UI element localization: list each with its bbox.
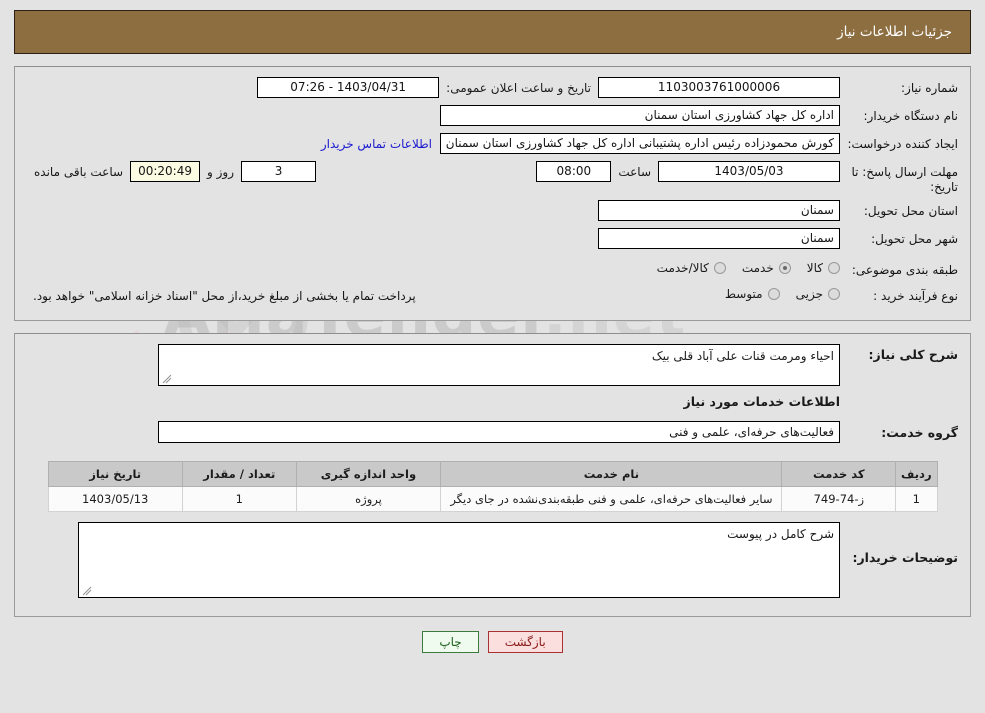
cell-qty: 1 <box>181 486 297 512</box>
radio-service-icon[interactable] <box>778 262 791 274</box>
process-option-minor-label: جزیی <box>795 287 823 301</box>
service-group-row: گروه خدمت: فعالیت‌های حرفه‌ای، علمی و فن… <box>27 421 958 443</box>
need-number-field[interactable]: 1103003761000006 <box>598 77 840 98</box>
request-creator-field[interactable]: کورش محمودزاده رئیس اداره پشتیبانی اداره… <box>440 133 840 154</box>
buyer-remarks-textarea[interactable]: شرح کامل در پیوست <box>78 522 840 598</box>
action-buttons: بازگشت چاپ <box>0 631 985 653</box>
th-name: نام خدمت <box>440 461 783 487</box>
announce-label: تاریخ و ساعت اعلان عمومی: <box>446 81 591 95</box>
cell-unit: پروژه <box>295 486 442 512</box>
days-and-label: روز و <box>207 165 235 179</box>
subject-category-row: طبقه بندی موضوعی: کالا خدمت کالا/خدمت <box>27 256 958 280</box>
buyer-contact-link[interactable]: اطلاعات تماس خریدار <box>313 133 440 151</box>
delivery-province-field[interactable]: سمنان <box>598 200 840 221</box>
delivery-province-label: استان محل تحویل: <box>863 204 958 218</box>
category-option-goods-service[interactable]: کالا/خدمت <box>657 261 726 275</box>
radio-goods-service-icon[interactable] <box>713 262 726 274</box>
cell-row: 1 <box>895 486 938 512</box>
remaining-days-field: 3 <box>241 161 317 182</box>
table-row: 1 ز-74-749 سایر فعالیت‌های حرفه‌ای، علمی… <box>47 486 938 512</box>
th-code: کد خدمت <box>781 461 897 487</box>
process-option-medium[interactable]: متوسط <box>725 287 780 301</box>
print-button[interactable]: چاپ <box>422 631 479 653</box>
category-option-goods-service-label: کالا/خدمت <box>656 261 709 275</box>
buyer-remarks-value: شرح کامل در پیوست <box>727 527 834 541</box>
need-info-panel: شماره نیاز: 1103003761000006 تاریخ و ساع… <box>14 66 971 321</box>
service-group-field[interactable]: فعالیت‌های حرفه‌ای، علمی و فنی <box>158 421 840 443</box>
purchase-process-row: نوع فرآیند خرید : جزیی متوسط پرداخت تمام… <box>27 282 958 306</box>
radio-goods-icon[interactable] <box>828 262 840 274</box>
brief-description-value: احیاء ومرمت قنات علی آباد قلی بیک <box>651 349 834 363</box>
page-title: جزئیات اطلاعات نیاز <box>837 24 952 40</box>
service-group-label: گروه خدمت: <box>881 424 958 440</box>
th-unit: واحد اندازه گیری <box>295 461 442 487</box>
th-row: ردیف <box>895 461 938 487</box>
delivery-city-row: شهر محل تحویل: سمنان <box>27 228 958 251</box>
cell-date: 1403/05/13 <box>47 486 183 512</box>
subject-category-label: طبقه بندی موضوعی: <box>851 262 958 277</box>
radio-medium-icon[interactable] <box>767 288 780 300</box>
response-deadline-row: مهلت ارسال پاسخ: تا تاریخ: 1403/05/03 سا… <box>27 161 958 195</box>
need-detail-panel: شرح کلی نیاز: احیاء ومرمت قنات علی آباد … <box>14 333 971 617</box>
delivery-city-field[interactable]: سمنان <box>598 228 840 249</box>
remaining-label: ساعت باقی مانده <box>34 165 124 179</box>
brief-description-textarea[interactable]: احیاء ومرمت قنات علی آباد قلی بیک <box>158 344 840 386</box>
purchase-process-label: نوع فرآیند خرید : <box>873 288 958 303</box>
th-date: تاریخ نیاز <box>47 461 183 487</box>
deadline-date-field[interactable]: 1403/05/03 <box>658 161 840 182</box>
need-number-label: شماره نیاز: <box>901 81 958 95</box>
brief-description-label: شرح کلی نیاز: <box>868 347 958 362</box>
services-table: ردیف کد خدمت نام خدمت واحد اندازه گیری ت… <box>47 461 938 512</box>
radio-minor-icon[interactable] <box>828 288 840 300</box>
process-option-medium-label: متوسط <box>724 287 763 301</box>
cell-code: ز-74-749 <box>781 486 897 512</box>
deadline-hour-label: ساعت <box>618 165 651 179</box>
delivery-city-label: شهر محل تحویل: <box>871 232 958 246</box>
remaining-countdown-field: 00:20:49 <box>130 161 201 182</box>
need-number-row: شماره نیاز: 1103003761000006 تاریخ و ساع… <box>27 77 958 100</box>
buyer-remarks-row: توضیحات خریدار: شرح کامل در پیوست <box>27 522 958 598</box>
request-creator-row: ایجاد کننده درخواست: کورش محمودزاده رئیس… <box>27 133 958 156</box>
buyer-org-field[interactable]: اداره کل جهاد کشاورزی استان سمنان <box>440 105 840 126</box>
services-table-body: 1 ز-74-749 سایر فعالیت‌های حرفه‌ای، علمی… <box>47 486 938 512</box>
category-option-goods-label: کالا <box>806 261 823 275</box>
buyer-org-label: نام دستگاه خریدار: <box>863 109 959 123</box>
cell-name: سایر فعالیت‌های حرفه‌ای، علمی و فنی طبقه… <box>440 486 783 512</box>
delivery-province-row: استان محل تحویل: سمنان <box>27 200 958 223</box>
services-section-title: اطلاعات خدمات مورد نیاز <box>683 394 841 409</box>
page-root: جزئیات اطلاعات نیاز شماره نیاز: 11030037… <box>0 10 985 653</box>
process-option-minor[interactable]: جزیی <box>796 287 840 301</box>
back-button[interactable]: بازگشت <box>487 631 563 653</box>
table-header-row: ردیف کد خدمت نام خدمت واحد اندازه گیری ت… <box>47 461 938 487</box>
page-title-bar: جزئیات اطلاعات نیاز <box>14 10 971 54</box>
services-table-head: ردیف کد خدمت نام خدمت واحد اندازه گیری ت… <box>47 461 938 487</box>
request-creator-label: ایجاد کننده درخواست: <box>847 137 958 151</box>
resize-grip-icon[interactable] <box>162 374 172 384</box>
th-qty: تعداد / مقدار <box>181 461 297 487</box>
announce-datetime-field[interactable]: 1403/04/31 - 07:26 <box>257 77 440 98</box>
resize-grip-icon[interactable] <box>82 586 92 596</box>
category-option-goods[interactable]: کالا <box>807 261 840 275</box>
category-option-service-label: خدمت <box>741 261 774 275</box>
buyer-remarks-label: توضیحات خریدار: <box>852 550 958 565</box>
payment-note: پرداخت تمام یا بخشی از مبلغ خرید،از محل … <box>33 288 416 303</box>
deadline-hour-field[interactable]: 08:00 <box>536 161 612 182</box>
brief-description-row: شرح کلی نیاز: احیاء ومرمت قنات علی آباد … <box>27 344 958 386</box>
category-option-service[interactable]: خدمت <box>742 261 791 275</box>
buyer-org-row: نام دستگاه خریدار: اداره کل جهاد کشاورزی… <box>27 105 958 128</box>
response-deadline-label: مهلت ارسال پاسخ: تا تاریخ: <box>851 165 958 194</box>
items-table-wrapper: ردیف کد خدمت نام خدمت واحد اندازه گیری ت… <box>27 457 958 512</box>
